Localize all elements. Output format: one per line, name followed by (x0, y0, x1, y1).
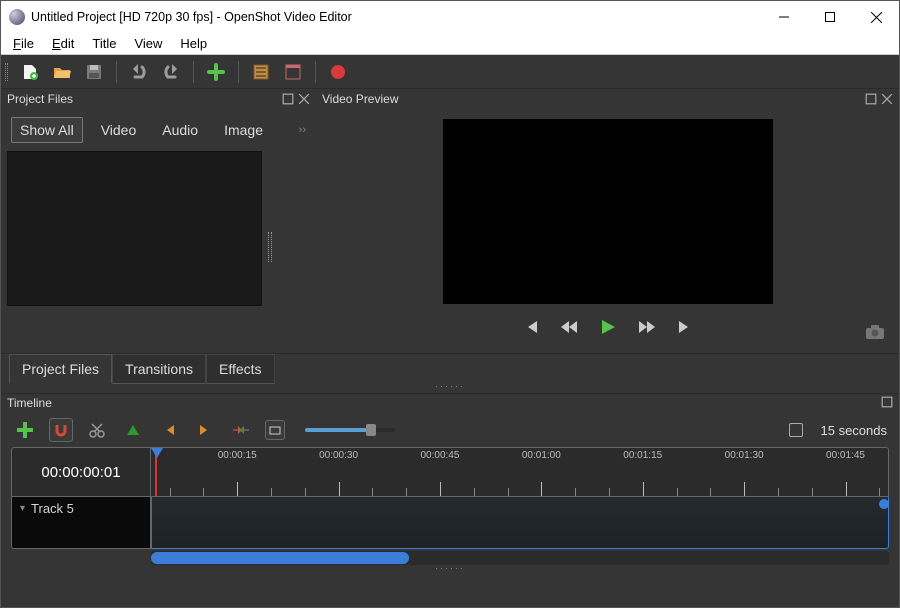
jump-end-icon[interactable] (677, 319, 693, 335)
play-icon[interactable] (599, 318, 617, 336)
project-files-area[interactable] (7, 151, 262, 306)
menu-help[interactable]: Help (180, 36, 207, 51)
zoom-slider[interactable] (305, 428, 395, 432)
track-body[interactable] (151, 497, 889, 549)
zoom-scale-icon[interactable] (789, 423, 803, 437)
track-scroll-knob[interactable] (879, 499, 889, 509)
tab-effects[interactable]: Effects (206, 354, 275, 384)
project-tabs: Project Files Transitions Effects (1, 353, 899, 383)
next-marker-icon[interactable] (193, 418, 217, 442)
import-files-icon[interactable] (204, 60, 228, 84)
add-marker-icon[interactable] (121, 418, 145, 442)
main-toolbar (1, 55, 899, 89)
add-track-icon[interactable] (13, 418, 37, 442)
fullscreen-icon[interactable] (281, 60, 305, 84)
ruler-label: 00:01:15 (623, 450, 662, 461)
transport-controls (523, 318, 693, 336)
timeline-toolbar: 15 seconds (1, 413, 899, 447)
project-files-panel: Project Files Show All Video Audio Image… (1, 89, 316, 349)
maximize-button[interactable] (807, 1, 853, 33)
filter-show-all[interactable]: Show All (11, 117, 83, 143)
snap-icon[interactable] (49, 418, 73, 442)
app-icon (9, 9, 25, 25)
close-preview-icon[interactable] (881, 93, 893, 105)
zoom-seconds-label: 15 seconds (821, 423, 888, 438)
ruler-label: 00:01:00 (522, 450, 561, 461)
current-time: 00:00:00:01 (11, 447, 151, 497)
close-button[interactable] (853, 1, 899, 33)
video-frame (443, 119, 773, 304)
new-project-icon[interactable] (18, 60, 42, 84)
tab-project-files[interactable]: Project Files (9, 354, 112, 384)
timeline-title: Timeline (7, 396, 52, 411)
export-icon[interactable] (326, 60, 350, 84)
ruler-label: 00:01:30 (725, 450, 764, 461)
prev-marker-icon[interactable] (157, 418, 181, 442)
filter-image[interactable]: Image (216, 118, 271, 142)
video-preview-title: Video Preview (322, 92, 399, 106)
track-collapse-icon[interactable]: ▾ (20, 503, 25, 514)
window-title: Untitled Project [HD 720p 30 fps] - Open… (31, 10, 761, 24)
track-name: Track 5 (31, 501, 74, 516)
undo-icon[interactable] (127, 60, 151, 84)
jump-start-icon[interactable] (523, 319, 539, 335)
open-project-icon[interactable] (50, 60, 74, 84)
zoom-box-icon[interactable] (265, 420, 285, 440)
menu-file[interactable]: File (13, 36, 34, 51)
splitter-handle[interactable] (268, 232, 272, 262)
tab-transitions[interactable]: Transitions (112, 354, 206, 384)
save-project-icon[interactable] (82, 60, 106, 84)
ruler-label: 00:00:45 (420, 450, 459, 461)
undock-timeline-icon[interactable] (881, 396, 893, 408)
rewind-icon[interactable] (559, 319, 579, 335)
razor-icon[interactable] (85, 418, 109, 442)
menubar: File Edit Title View Help (1, 33, 899, 55)
close-panel-icon[interactable] (298, 93, 310, 105)
titlebar: Untitled Project [HD 720p 30 fps] - Open… (1, 1, 899, 33)
track-head[interactable]: ▾ Track 5 (11, 497, 151, 549)
minimize-button[interactable] (761, 1, 807, 33)
menu-edit[interactable]: Edit (52, 36, 74, 51)
menu-view[interactable]: View (134, 36, 162, 51)
timeline-hscroll[interactable] (151, 551, 889, 565)
ruler-label: 00:00:30 (319, 450, 358, 461)
undock-icon[interactable] (282, 93, 294, 105)
undock-preview-icon[interactable] (865, 93, 877, 105)
profile-icon[interactable] (249, 60, 273, 84)
ruler-label: 00:00:15 (218, 450, 257, 461)
timeline-resize-dots[interactable]: ······ (11, 565, 889, 575)
snapshot-icon[interactable] (865, 324, 885, 343)
more-filters-icon[interactable]: ›› (299, 124, 306, 136)
timeline-panel: Timeline 15 seconds 00:00:00:01 (1, 393, 899, 607)
fast-forward-icon[interactable] (637, 319, 657, 335)
video-preview-panel: Video Preview (316, 89, 899, 349)
filter-audio[interactable]: Audio (154, 118, 206, 142)
splitter-dots[interactable]: ······ (1, 383, 899, 393)
toolbar-grip (5, 63, 8, 81)
center-playhead-icon[interactable] (229, 418, 253, 442)
timeline-ruler[interactable]: 00:00:15 00:00:30 00:00:45 00:01:00 00:01:15… (151, 447, 889, 497)
ruler-label: 00:01:45 (826, 450, 865, 461)
filter-video[interactable]: Video (93, 118, 145, 142)
project-files-title: Project Files (7, 92, 73, 106)
redo-icon[interactable] (159, 60, 183, 84)
menu-title[interactable]: Title (92, 36, 116, 51)
